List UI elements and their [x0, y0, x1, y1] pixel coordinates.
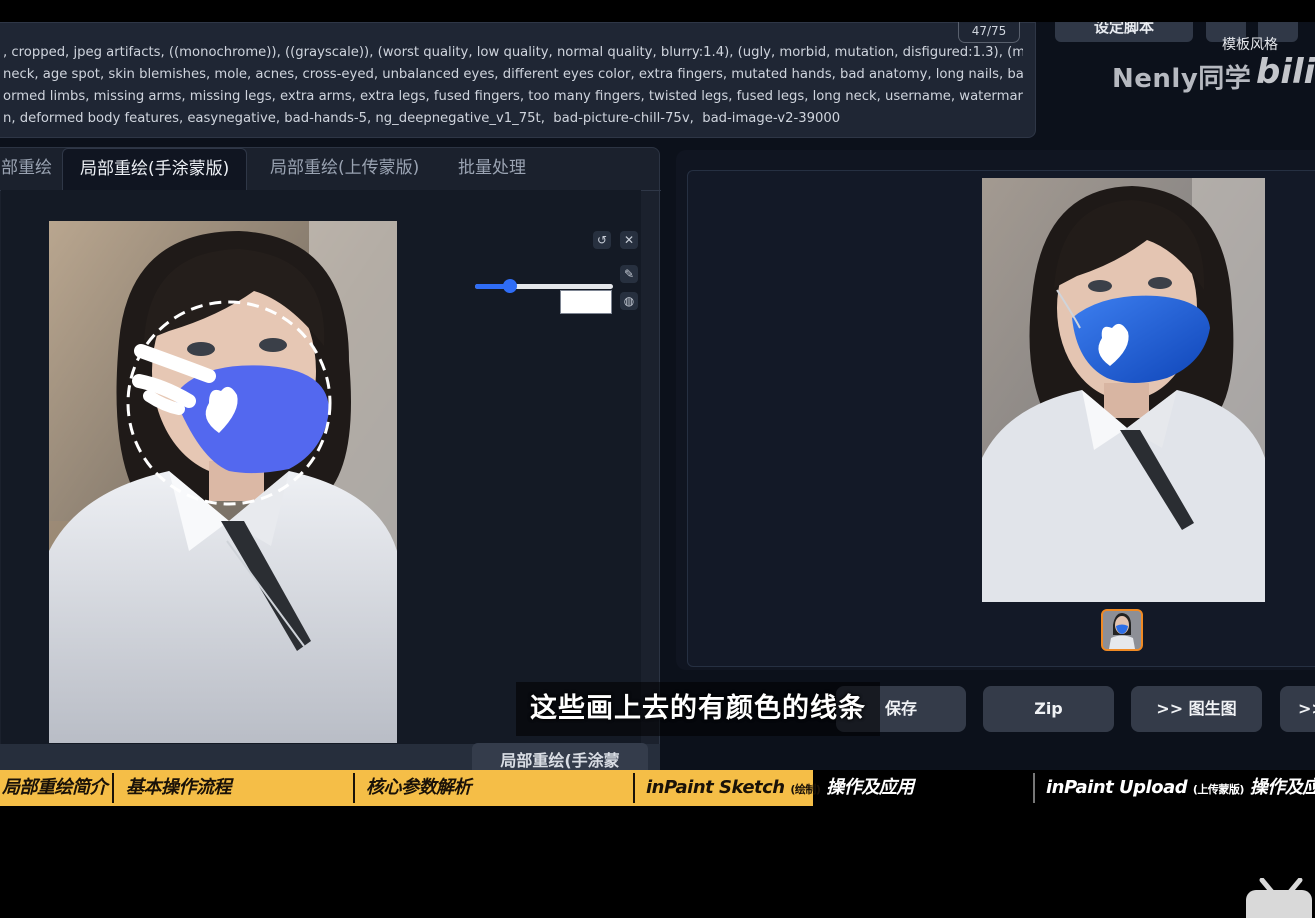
- token-counter: 47/75: [958, 22, 1020, 43]
- chapter-separator: [1033, 773, 1035, 803]
- source-image-canvas[interactable]: [49, 221, 397, 743]
- tab-inpaint-sketch[interactable]: 局部重绘(手涂蒙版): [62, 148, 248, 190]
- negative-prompt-textarea[interactable]: , cropped, jpeg artifacts, ((monochrome)…: [0, 22, 1036, 138]
- channel-watermark: Nenly同学: [1112, 64, 1252, 94]
- prompt-line: , cropped, jpeg artifacts, ((monochrome)…: [3, 45, 1023, 60]
- bilibili-watermark: bilil: [1256, 52, 1315, 92]
- chapter-progress-bar[interactable]: 局部重绘简介 基本操作流程 核心参数解析 inPaint Sketch (绘制)…: [0, 770, 1315, 806]
- brush-color-swatch[interactable]: [560, 290, 612, 314]
- slider-handle[interactable]: [503, 279, 517, 293]
- chapter-inpaint-sketch[interactable]: inPaint Sketch (绘制) 操作及应用: [646, 770, 914, 806]
- chapter-note: (绘制): [790, 783, 821, 796]
- prompt-line: ormed limbs, missing arms, missing legs,…: [3, 89, 1023, 104]
- portrait-illustration: [49, 221, 397, 743]
- chapter-title: inPaint Upload: [1046, 777, 1188, 798]
- zip-button[interactable]: Zip: [983, 686, 1114, 732]
- prompt-line: n, deformed body features, easynegative,…: [3, 111, 841, 126]
- chapter-basic-flow[interactable]: 基本操作流程: [126, 770, 232, 806]
- close-icon[interactable]: ✕: [620, 231, 638, 249]
- undo-icon[interactable]: ↺: [593, 231, 611, 249]
- chapter-suffix: 操作及应用: [826, 777, 914, 798]
- color-palette-icon[interactable]: ◍: [620, 292, 638, 310]
- output-image[interactable]: [982, 178, 1265, 602]
- thumbnail-image: [1103, 611, 1141, 649]
- video-subtitle: 这些画上去的有颜色的线条: [516, 682, 880, 736]
- style-label: 模板风格: [1222, 37, 1278, 53]
- brush-icon[interactable]: ✎: [620, 265, 638, 283]
- chapter-params[interactable]: 核心参数解析: [366, 770, 472, 806]
- send-to-img2img-button[interactable]: >> 图生图: [1131, 686, 1262, 732]
- output-portrait: [982, 178, 1265, 602]
- script-button[interactable]: 设定脚本: [1055, 22, 1193, 42]
- chapter-separator: [353, 773, 355, 803]
- output-thumbnail[interactable]: [1101, 609, 1143, 651]
- send-to-more-button[interactable]: >>: [1280, 686, 1315, 732]
- chapter-suffix: 操作及应用: [1249, 777, 1315, 798]
- chapter-inpaint-upload[interactable]: inPaint Upload (上传蒙版) 操作及应用: [1046, 770, 1315, 806]
- chapter-title: inPaint Sketch: [646, 777, 785, 798]
- tab-batch[interactable]: 批量处理: [458, 148, 526, 190]
- chapter-note: (上传蒙版): [1192, 783, 1245, 796]
- img2img-tabs: 部重绘 局部重绘(手涂蒙版) 局部重绘(上传蒙版) 批量处理: [0, 148, 661, 191]
- tab-inpaint-partial[interactable]: 部重绘: [1, 148, 52, 190]
- send-to-inpaint-button[interactable]: 局部重绘(手涂蒙: [472, 743, 648, 770]
- bilibili-tv-icon: [1246, 878, 1312, 918]
- chapter-separator: [112, 773, 114, 803]
- chapter-separator: [633, 773, 635, 803]
- chapter-intro[interactable]: 局部重绘简介: [2, 770, 108, 806]
- negative-prompt-text: , cropped, jpeg artifacts, ((monochrome)…: [3, 42, 1023, 130]
- prompt-line: neck, age spot, skin blemishes, mole, ac…: [3, 67, 1023, 82]
- tab-inpaint-upload[interactable]: 局部重绘(上传蒙版): [270, 148, 419, 190]
